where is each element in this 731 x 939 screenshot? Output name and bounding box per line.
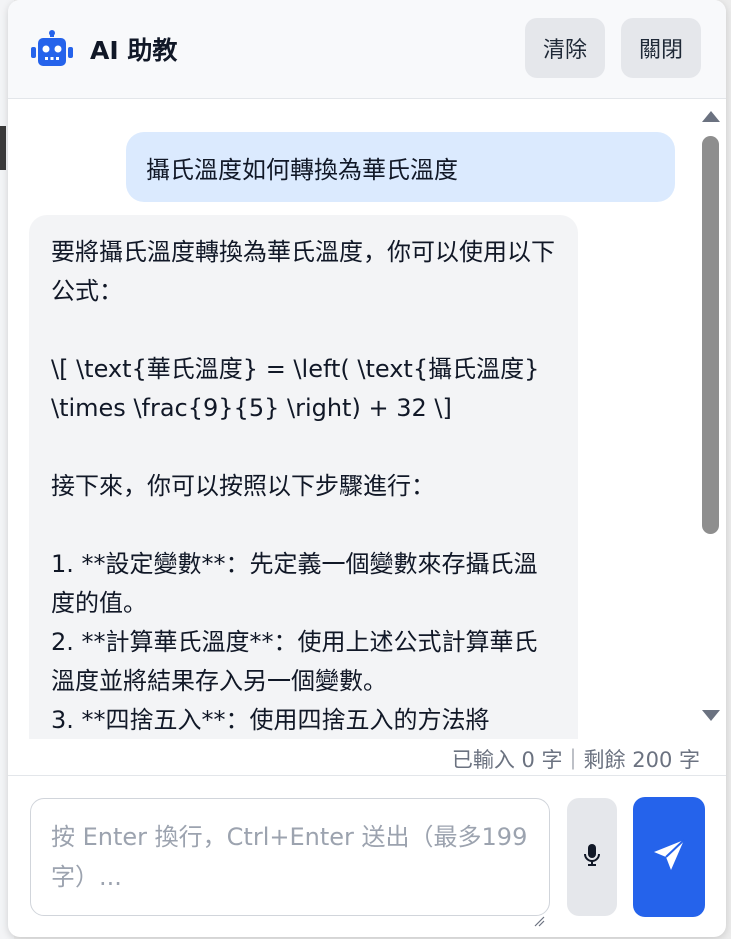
character-counter: 已輸入 0 字｜剩餘 200 字 bbox=[451, 748, 700, 772]
user-message: 攝氏溫度如何轉換為華氏溫度 bbox=[126, 132, 675, 202]
message-input-placeholder: 按 Enter 換行，Ctrl+Enter 送出（最多199字）... bbox=[51, 823, 528, 891]
resize-handle-icon[interactable] bbox=[533, 899, 545, 927]
send-button[interactable] bbox=[633, 797, 705, 917]
divider bbox=[8, 775, 726, 776]
chat-title: AI 助教 bbox=[90, 36, 178, 65]
scroll-up-arrow-icon[interactable] bbox=[702, 111, 720, 122]
chat-header: AI 助教 清除 關閉 bbox=[8, 0, 726, 99]
scrollbar-thumb[interactable] bbox=[702, 136, 719, 534]
background-handle bbox=[0, 126, 6, 170]
scroll-down-arrow-icon[interactable] bbox=[702, 710, 720, 721]
clear-button[interactable]: 清除 bbox=[525, 18, 605, 78]
assistant-message: 要將攝氏溫度轉換為華氏溫度，你可以使用以下公式： \[ \text{華氏溫度} … bbox=[29, 215, 578, 739]
message-input[interactable]: 按 Enter 換行，Ctrl+Enter 送出（最多199字）... bbox=[30, 798, 550, 927]
send-icon bbox=[652, 838, 686, 876]
microphone-button[interactable] bbox=[567, 798, 617, 916]
chat-panel: AI 助教 清除 關閉 攝氏溫度如何轉換為華氏溫度 要將攝氏溫度轉換為華氏溫度，… bbox=[8, 0, 726, 937]
close-button[interactable]: 關閉 bbox=[621, 18, 701, 78]
message-list[interactable]: 攝氏溫度如何轉換為華氏溫度 要將攝氏溫度轉換為華氏溫度，你可以使用以下公式： \… bbox=[8, 99, 726, 739]
microphone-icon bbox=[583, 843, 601, 871]
message-scrollbar[interactable] bbox=[694, 106, 726, 726]
robot-icon bbox=[30, 30, 74, 68]
